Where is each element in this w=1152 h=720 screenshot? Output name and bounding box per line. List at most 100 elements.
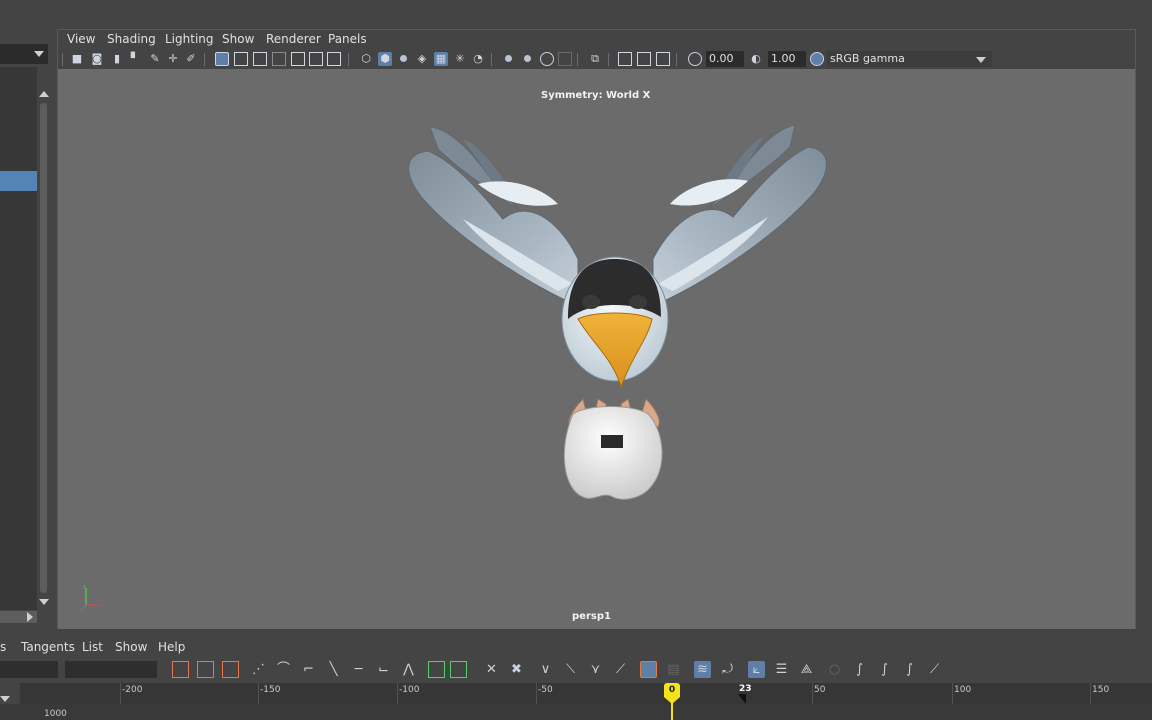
scroll-down-icon[interactable] (39, 599, 49, 605)
post-infinity-icon[interactable]: ▤ (665, 661, 682, 678)
egg (563, 406, 663, 500)
current-time-indicator[interactable]: 0 (663, 683, 681, 720)
spline-tangent-icon[interactable]: ⌒ (275, 661, 292, 678)
toolbar-separator (491, 53, 492, 66)
retime-tool-icon[interactable]: ⤾ (719, 661, 736, 678)
safe-action-icon[interactable] (309, 52, 323, 66)
pre-infinity-icon[interactable] (640, 661, 657, 678)
menu-panels[interactable]: Panels (328, 32, 367, 46)
normalized-curves-icon[interactable]: ⟁ (798, 661, 815, 678)
graph-editor-area[interactable]: -200 -150 -100 -50 50 100 150 1000 23 0 (0, 683, 1152, 720)
isolate-select-icon[interactable]: ⧉ (588, 52, 602, 66)
wireframe-on-shaded-icon[interactable] (397, 52, 411, 66)
break-tangents-icon[interactable]: ✕ (483, 661, 500, 678)
shadows-icon[interactable]: ✳ (453, 52, 467, 66)
simplify-curve-icon[interactable]: ⟋ (926, 661, 943, 678)
menu-view[interactable]: View (67, 32, 95, 46)
toolbar-separator (676, 53, 677, 66)
pencil-icon[interactable]: ✐ (184, 52, 198, 66)
step-tangent-icon[interactable]: ⌙ (375, 661, 392, 678)
free-tangent-weight-icon[interactable]: ∨ (537, 661, 554, 678)
isolate-curve-icon[interactable]: ○ (826, 661, 843, 678)
color-management-icon[interactable] (810, 52, 824, 66)
key-stats-icon[interactable]: ≋ (694, 661, 711, 678)
stats-field-2[interactable] (65, 661, 157, 678)
bookmark-icon[interactable]: ▮ (110, 52, 124, 66)
menu-show[interactable]: Show (222, 32, 254, 46)
camera-select-icon[interactable]: ■ (70, 52, 84, 66)
xray-active-icon[interactable] (637, 52, 651, 66)
xray-icon[interactable] (558, 52, 572, 66)
menu-lighting[interactable]: Lighting (165, 32, 214, 46)
show-tangents-icon[interactable]: ∫ (851, 661, 868, 678)
frame-all-icon[interactable] (172, 661, 189, 678)
denormalize-icon[interactable]: ⟋ (612, 661, 629, 678)
menu-list[interactable]: List (82, 640, 103, 654)
depth-of-field-icon[interactable] (540, 52, 554, 66)
menu-help[interactable]: Help (158, 640, 185, 654)
scrollbar-thumb[interactable] (40, 103, 47, 593)
curve-normalize-icon[interactable]: ⋎ (587, 661, 604, 678)
resample-curve-icon[interactable]: ∫ (901, 661, 918, 678)
grid-icon[interactable] (215, 52, 229, 66)
menu-shading[interactable]: Shading (107, 32, 156, 46)
stacked-curves-icon[interactable]: ☰ (773, 661, 790, 678)
film-gate-icon[interactable] (234, 52, 248, 66)
gate-mask-icon[interactable] (272, 52, 286, 66)
lock-tangent-weight-icon[interactable]: ⟍ (562, 661, 579, 678)
3d-viewport[interactable]: Symmetry: World X y x z persp1 (58, 69, 1135, 629)
menu-tangents[interactable]: Tangents (21, 640, 75, 654)
scroll-up-icon[interactable] (39, 91, 49, 97)
axis-gizmo: y x z (80, 584, 102, 612)
ruler-label: -200 (122, 685, 143, 695)
end-frame-marker[interactable]: 23 (737, 683, 755, 704)
image-plane-icon[interactable]: ▘ (128, 52, 142, 66)
menu-renderer[interactable]: Renderer (266, 32, 321, 46)
grease-pencil-icon[interactable]: ✛ (166, 52, 180, 66)
exposure-field[interactable]: 0.00 (706, 51, 744, 67)
linear-tangent-icon[interactable]: ╲ (325, 661, 342, 678)
flat-tangent-icon[interactable]: ─ (350, 661, 367, 678)
backface-culling-icon[interactable] (656, 52, 670, 66)
two-d-pan-icon[interactable]: ✎ (148, 52, 162, 66)
multisample-aa-icon[interactable] (521, 52, 535, 66)
outliner-list[interactable] (0, 67, 37, 610)
scroll-right-icon[interactable] (27, 612, 33, 622)
buffer-curve-snapshot-icon[interactable] (428, 661, 445, 678)
center-current-time-icon[interactable] (222, 661, 239, 678)
safe-title-icon[interactable] (327, 52, 341, 66)
menu-show[interactable]: Show (115, 640, 147, 654)
gamma-icon[interactable]: ◐ (749, 52, 763, 66)
swap-buffer-curve-icon[interactable] (450, 661, 467, 678)
motion-blur-icon[interactable] (502, 52, 516, 66)
camera-attributes-icon[interactable]: ◙ (90, 52, 104, 66)
outliner-selected-row[interactable] (0, 171, 37, 191)
field-chart-icon[interactable] (291, 52, 305, 66)
wireframe-icon[interactable]: ⬡ (359, 52, 373, 66)
gamma-field[interactable]: 1.00 (768, 51, 806, 67)
use-all-lights-icon[interactable]: ▦ (434, 52, 448, 66)
unify-tangents-icon[interactable]: ✖ (508, 661, 525, 678)
ruler-tick (952, 683, 953, 704)
smooth-shade-icon[interactable]: ⬢ (378, 52, 392, 66)
curve-view-icon[interactable]: ⟀ (748, 661, 765, 678)
clamped-tangent-icon[interactable]: ⌐ (300, 661, 317, 678)
bird-model[interactable] (58, 69, 1135, 629)
plateau-tangent-icon[interactable]: ⋀ (400, 661, 417, 678)
frame-playback-range-icon[interactable] (197, 661, 214, 678)
show-buffer-curve-icon[interactable]: ∫ (876, 661, 893, 678)
screen-space-ao-icon[interactable]: ◔ (471, 52, 485, 66)
chevron-down-icon[interactable] (0, 696, 10, 702)
textured-icon[interactable]: ◈ (415, 52, 429, 66)
time-ruler[interactable]: -200 -150 -100 -50 50 100 150 (20, 683, 1152, 704)
stats-field-1[interactable] (0, 661, 58, 678)
exposure-icon[interactable] (688, 52, 702, 66)
resolution-gate-icon[interactable] (253, 52, 267, 66)
outliner-vertical-scrollbar[interactable] (38, 91, 50, 611)
xray-joints-icon[interactable] (618, 52, 632, 66)
color-space-value: sRGB gamma (830, 52, 905, 65)
outliner-dropdown[interactable] (0, 44, 48, 64)
auto-tangent-icon[interactable]: ⋰ (250, 661, 267, 678)
color-space-dropdown[interactable]: sRGB gamma (827, 51, 992, 67)
menu-keys-partial[interactable]: s (0, 640, 6, 654)
